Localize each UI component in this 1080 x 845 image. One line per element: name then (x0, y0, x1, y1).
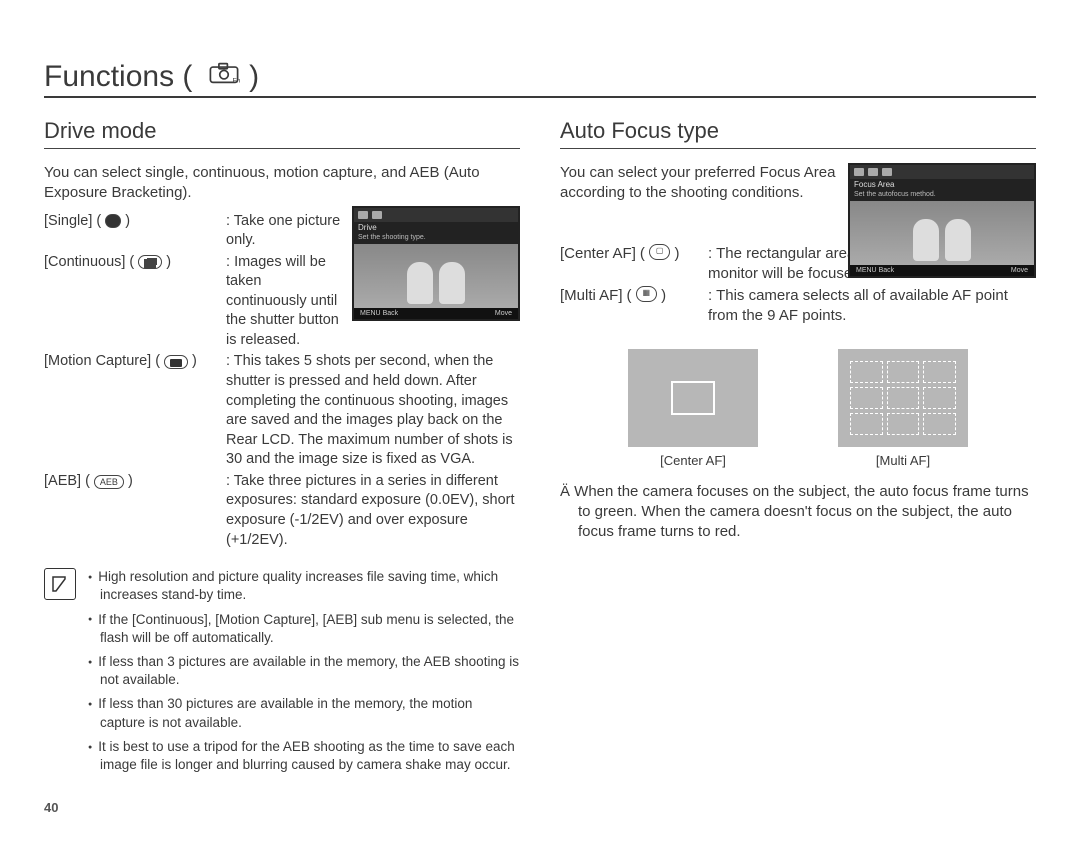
page-title-row: Functions ( Fn ) (44, 60, 1036, 98)
motion-capture-icon (164, 355, 188, 369)
screenshot-top-icon (358, 211, 368, 219)
multi-af-diagram: [Multi AF] (838, 349, 968, 468)
af-intro-wrap: You can select your preferred Focus Area… (560, 163, 1036, 204)
center-af-diagram: [Center AF] (628, 349, 758, 468)
note-item: High resolution and picture quality incr… (88, 568, 520, 604)
camera-fn-icon: Fn (207, 60, 241, 86)
note-item: If less than 3 pictures are available in… (88, 653, 520, 689)
af-screenshot-back-label: Back (879, 267, 895, 274)
note-icon (44, 568, 76, 600)
mode-desc: : This takes 5 shots per second, when th… (226, 352, 520, 469)
center-af-icon: ▢ (649, 244, 671, 260)
af-screenshot-menu-label: MENU (856, 267, 877, 274)
af-footnote: Ä When the camera focuses on the subject… (560, 482, 1036, 543)
af-desc: : This camera selects all of available A… (708, 286, 1036, 327)
screenshot-image (354, 244, 518, 308)
right-column: Auto Focus type You can select your pref… (560, 118, 1036, 815)
screenshot-top-icon (372, 211, 382, 219)
af-term-center: [Center AF] (▢) (560, 244, 708, 285)
mode-desc: : Take three pictures in a series in dif… (226, 472, 520, 550)
af-label: [Center AF] (560, 244, 636, 264)
mode-term-continuous: [Continuous] () (44, 253, 226, 273)
screenshot-subtitle: Set the shooting type. (354, 233, 518, 244)
drive-mode-screenshot: Drive Set the shooting type. MENU Back M… (352, 206, 520, 321)
mode-term-single: [Single] ( ) (44, 212, 226, 232)
notes-block: High resolution and picture quality incr… (44, 568, 520, 780)
diagram-label: [Multi AF] (876, 453, 930, 468)
section-heading-af-type: Auto Focus type (560, 118, 1036, 149)
drive-mode-intro: You can select single, continuous, motio… (44, 163, 520, 204)
af-diagrams: [Center AF] [Multi AF] (560, 349, 1036, 468)
screenshot-move-label: Move (495, 310, 512, 317)
multi-af-icon: ▦ (636, 286, 658, 302)
note-item: It is best to use a tripod for the AEB s… (88, 738, 520, 774)
svg-text:Fn: Fn (232, 77, 240, 84)
screenshot-menu-label: MENU (360, 310, 381, 317)
screenshot-back-label: Back (383, 310, 399, 317)
continuous-icon (138, 255, 162, 269)
mode-label: [Single] (44, 212, 92, 232)
af-screenshot-title: Focus Area (850, 179, 1034, 190)
mode-term-aeb: [AEB] (AEB) (44, 472, 226, 492)
left-column: Drive mode You can select single, contin… (44, 118, 520, 815)
af-screenshot: Focus Area Set the autofocus method. MEN… (848, 163, 1036, 278)
notes-list: High resolution and picture quality incr… (88, 568, 520, 780)
aeb-icon: AEB (94, 475, 124, 489)
mode-term-motion-capture: [Motion Capture] () (44, 352, 226, 372)
screenshot-title: Drive (354, 222, 518, 233)
note-item: If less than 30 pictures are available i… (88, 695, 520, 731)
mode-label: [Motion Capture] (44, 352, 151, 372)
page-title: Functions ( Fn ) (44, 60, 259, 94)
af-screenshot-subtitle: Set the autofocus method. (850, 190, 1034, 201)
section-heading-drive-mode: Drive mode (44, 118, 520, 149)
page-number: 40 (44, 800, 520, 815)
page-title-text: Functions ( (44, 60, 192, 93)
mode-label: [Continuous] (44, 253, 125, 273)
mode-label: [AEB] (44, 472, 81, 492)
single-icon (105, 214, 121, 228)
af-term-multi: [Multi AF] (▦) (560, 286, 708, 327)
screenshot-top-icon (882, 168, 892, 176)
manual-page: Functions ( Fn ) Drive mode You can sele… (0, 0, 1080, 845)
af-screenshot-image (850, 201, 1034, 265)
af-screenshot-move-label: Move (1011, 267, 1028, 274)
diagram-label: [Center AF] (660, 453, 726, 468)
screenshot-top-icon (868, 168, 878, 176)
two-column-layout: Drive mode You can select single, contin… (44, 118, 1036, 815)
af-label: [Multi AF] (560, 286, 623, 306)
page-title-close: ) (249, 60, 259, 93)
screenshot-top-icon (854, 168, 864, 176)
drive-mode-content: Drive Set the shooting type. MENU Back M… (44, 212, 520, 551)
note-item: If the [Continuous], [Motion Capture], [… (88, 611, 520, 647)
